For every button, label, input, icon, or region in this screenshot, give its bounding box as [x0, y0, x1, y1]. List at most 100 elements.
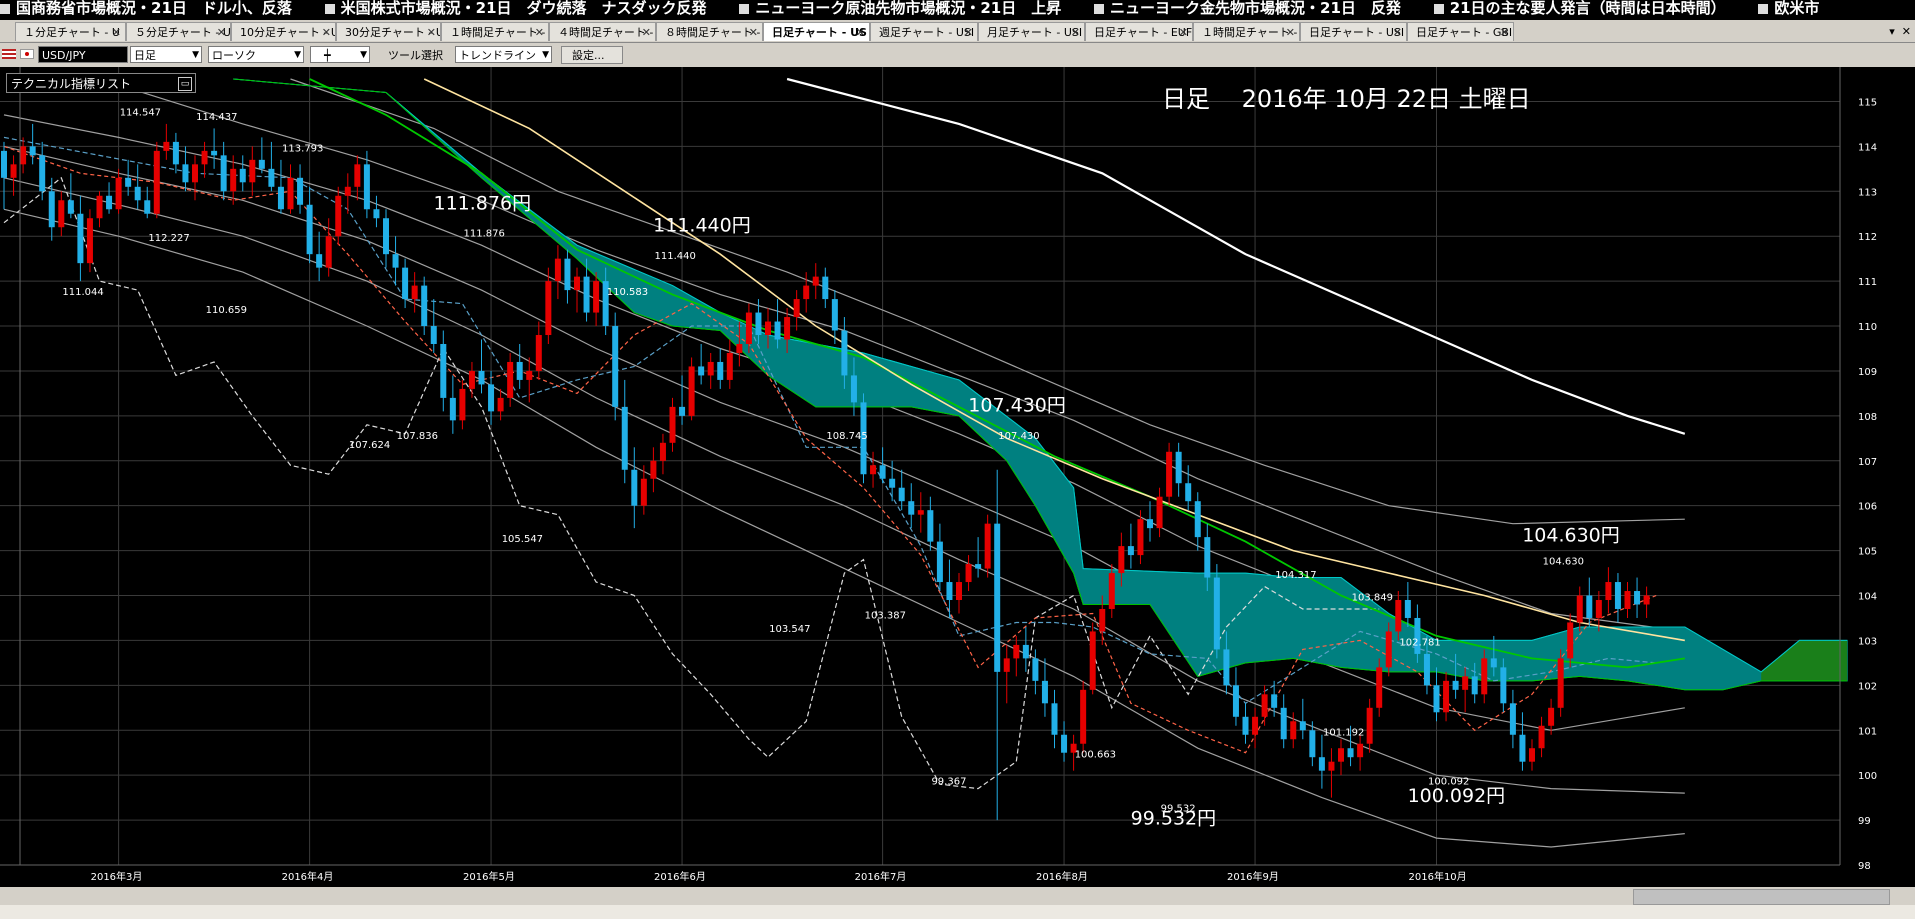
tab-chart[interactable]: １分足チャート - U ✕	[15, 22, 126, 41]
scrollbar-thumb[interactable]	[1633, 889, 1890, 905]
ticker-item[interactable]: ニューヨーク原油先物市場概況・21日 上昇	[739, 0, 1061, 17]
tab-label: 日足チャート - EUF	[1094, 26, 1193, 39]
x-tick-label: 2016年5月	[463, 870, 515, 883]
candle-body	[249, 159, 256, 183]
close-icon[interactable]: ✕	[1071, 23, 1080, 41]
candle-body	[1586, 595, 1593, 618]
close-icon[interactable]: ✕	[535, 23, 544, 41]
close-icon[interactable]: ✕	[1179, 23, 1188, 41]
close-icon[interactable]: ✕	[964, 23, 973, 41]
chart-area[interactable]: 114.547 114.437 113.793 112.227 111.044 110.6…	[0, 67, 1915, 887]
candle-body	[707, 361, 714, 376]
candle-body	[1605, 582, 1612, 601]
candle-body	[201, 150, 208, 165]
tab-chart[interactable]: １時間足チャート - ✕	[1193, 22, 1300, 41]
candle-body	[182, 164, 189, 183]
close-icon[interactable]: ✕	[749, 23, 758, 41]
tool-select[interactable]: トレンドライン ▼	[455, 46, 552, 63]
tab-chart[interactable]: 30分足チャート - U ✕	[336, 22, 441, 41]
horizontal-scrollbar[interactable]	[0, 887, 1915, 905]
tab-chart[interactable]: 10分足チャート - U ✕	[231, 22, 336, 41]
price-extreme-label: 103.849	[1352, 592, 1393, 603]
y-tick-label: 108	[1858, 412, 1877, 423]
close-icon[interactable]: ✕	[1500, 23, 1509, 41]
settings-button[interactable]: 設定...	[561, 46, 623, 64]
chevron-down-icon[interactable]: ▼	[112, 46, 120, 57]
candle-style-select[interactable]: ┿ ▼	[310, 46, 370, 63]
ticker-item[interactable]: 米国株式市場概況・21日 ダウ続落 ナスダック反発	[324, 0, 707, 17]
candle-body	[48, 191, 55, 228]
candle-body	[39, 155, 46, 192]
candle-body	[1328, 761, 1335, 771]
candle-body	[1338, 748, 1344, 762]
tab-label: 日足チャート - GBI	[1416, 26, 1513, 39]
candle-body	[965, 564, 972, 583]
tab-chart-active[interactable]: 日足チャート - US ✕	[763, 22, 870, 41]
y-tick-label: 112	[1858, 232, 1877, 243]
candle-body	[889, 478, 896, 488]
chevron-down-icon: ▼	[542, 50, 549, 60]
close-icon[interactable]: ✕	[1902, 25, 1911, 38]
candle-body	[488, 384, 495, 412]
candle-body	[850, 375, 857, 403]
candle-body	[545, 281, 552, 336]
candle-body	[1271, 694, 1278, 708]
candle-body	[211, 150, 218, 156]
candle-body	[1404, 600, 1411, 618]
candle-body	[1634, 591, 1641, 605]
tab-chart[interactable]: １時間足チャート - ✕	[441, 22, 549, 41]
minimize-icon[interactable]: ▭	[178, 77, 192, 91]
y-tick-label: 114	[1858, 142, 1877, 153]
close-icon[interactable]: ✕	[1286, 23, 1295, 41]
ticker-item[interactable]: 欧米市	[1758, 0, 1819, 17]
timeframe-select[interactable]: 日足 ▼	[130, 46, 202, 63]
close-icon[interactable]: ✕	[322, 23, 331, 41]
dropdown-arrow-icon[interactable]: ▾	[1889, 25, 1895, 38]
tab-chart[interactable]: 日足チャート - USI ✕	[1300, 22, 1407, 41]
candle-body	[277, 186, 284, 210]
candle-body	[363, 164, 370, 210]
close-icon[interactable]: ✕	[856, 23, 865, 41]
tab-chart[interactable]: ４時間足チャート - ✕	[549, 22, 656, 41]
y-tick-label: 110	[1858, 322, 1877, 333]
tab-chart[interactable]: 週足チャート - USI ✕	[870, 22, 978, 41]
tab-chart[interactable]: 日足チャート - GBI ✕	[1407, 22, 1514, 41]
tab-chart[interactable]: 月足チャート - USI ✕	[978, 22, 1085, 41]
close-icon[interactable]: ✕	[427, 23, 436, 41]
close-icon[interactable]: ✕	[642, 23, 651, 41]
y-tick-label: 111	[1858, 277, 1877, 288]
indicator-list-panel[interactable]: テクニカル指標リスト ▭	[6, 73, 196, 93]
candle-body	[774, 321, 781, 340]
candle-body	[268, 168, 275, 187]
candle-body	[1261, 694, 1268, 717]
ticker-item[interactable]: 国商務省市場概況・21日 ドル小、反落	[0, 0, 292, 17]
candle-body	[402, 267, 409, 300]
candle-body	[669, 406, 676, 443]
candle-body	[516, 361, 523, 380]
candle-body	[1252, 716, 1259, 735]
candle-body	[163, 141, 170, 151]
candle-body	[908, 501, 915, 515]
close-icon[interactable]: ✕	[1393, 23, 1402, 41]
jp-flag-icon	[20, 49, 34, 59]
candle-body	[58, 200, 65, 228]
tab-chart[interactable]: ５分足チャート - U ✕	[126, 22, 231, 41]
close-icon[interactable]: ✕	[217, 23, 226, 41]
indicator-list-label: テクニカル指標リスト	[11, 77, 132, 91]
tab-chart[interactable]: ８時間足チャート - ✕	[656, 22, 763, 41]
candle-body	[640, 478, 647, 506]
candle-body	[870, 465, 877, 475]
tab-nav[interactable]: ▾ ✕	[1889, 22, 1911, 41]
chart-type-select[interactable]: ローソク ▼	[208, 46, 304, 63]
candle-body	[1643, 595, 1650, 605]
y-tick-label: 103	[1858, 636, 1877, 647]
candle-body	[984, 523, 991, 569]
chart-type-value: ローソク	[212, 49, 256, 62]
ticker-item[interactable]: ニューヨーク金先物市場概況・21日 反発	[1094, 0, 1401, 17]
price-callout-label: 111.440円	[653, 215, 751, 237]
close-icon[interactable]: ✕	[112, 23, 121, 41]
tab-chart[interactable]: 日足チャート - EUF ✕	[1085, 22, 1193, 41]
ticker-item[interactable]: 21日の主な要人発言（時間は日本時間）	[1433, 0, 1726, 17]
news-ticker[interactable]: 国商務省市場概況・21日 ドル小、反落 米国株式市場概況・21日 ダウ続落 ナス…	[0, 0, 1915, 20]
candle-body	[172, 141, 179, 165]
